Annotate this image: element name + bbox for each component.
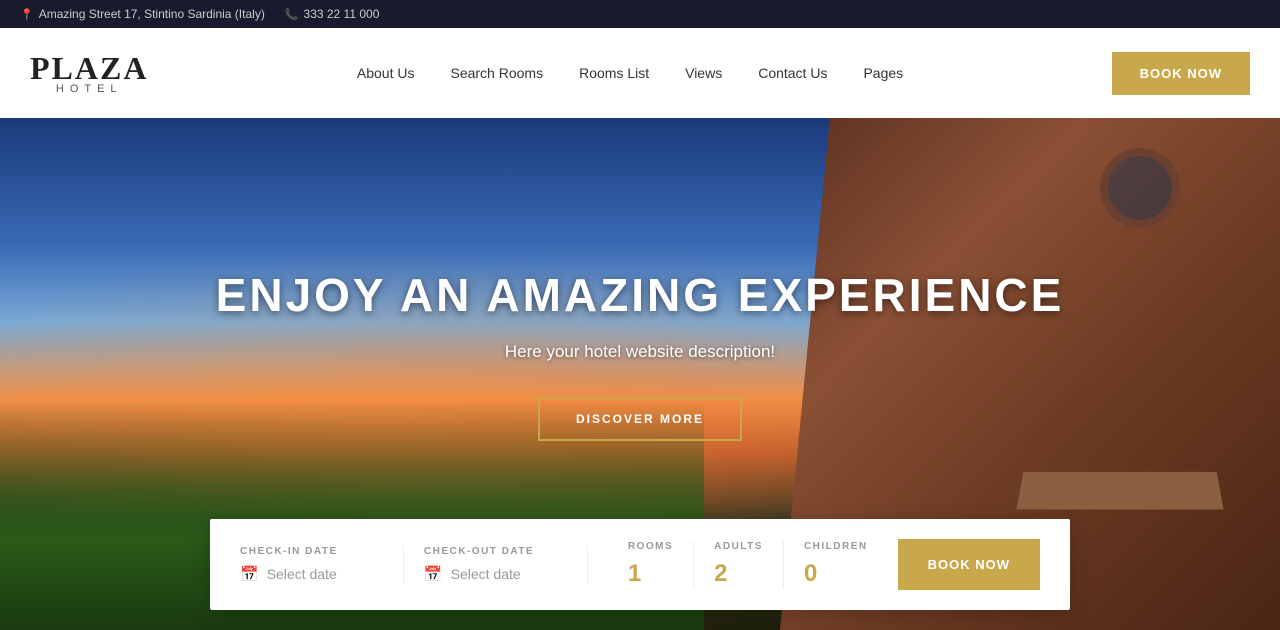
- rooms-value[interactable]: 1: [628, 560, 673, 588]
- building-window: [1100, 148, 1180, 228]
- checkout-input-text[interactable]: Select date: [451, 566, 521, 582]
- hero-subtitle: Here your hotel website description!: [216, 342, 1065, 362]
- checkout-input-row[interactable]: 📅 Select date: [424, 565, 567, 584]
- nav-search-rooms[interactable]: Search Rooms: [432, 28, 561, 118]
- checkin-calendar-icon: 📅: [240, 565, 259, 584]
- adults-field: ADULTS 2: [694, 541, 784, 588]
- adults-value[interactable]: 2: [714, 560, 763, 588]
- nav-rooms-list[interactable]: Rooms List: [561, 28, 667, 118]
- checkin-input-row[interactable]: 📅 Select date: [240, 565, 383, 584]
- building-awning: [1016, 472, 1223, 510]
- logo: PLAZA HOTEL: [30, 52, 148, 95]
- phone-item: 📞 333 22 11 000: [285, 7, 380, 21]
- nav-contact-us[interactable]: Contact Us: [740, 28, 845, 118]
- address-text: Amazing Street 17, Stintino Sardinia (It…: [39, 7, 265, 21]
- hero-content: ENJOY AN AMAZING EXPERIENCE Here your ho…: [216, 268, 1065, 441]
- nav-pages[interactable]: Pages: [845, 28, 921, 118]
- adults-label: ADULTS: [714, 541, 763, 552]
- address-item: 📍 Amazing Street 17, Stintino Sardinia (…: [20, 7, 265, 21]
- logo-hotel: HOTEL: [30, 84, 148, 95]
- top-bar: 📍 Amazing Street 17, Stintino Sardinia (…: [0, 0, 1280, 28]
- checkin-field: CHECK-IN DATE 📅 Select date: [240, 546, 404, 584]
- phone-text: 333 22 11 000: [304, 7, 380, 21]
- nav-views[interactable]: Views: [667, 28, 740, 118]
- children-field: CHILDREN 0: [784, 541, 888, 588]
- children-value[interactable]: 0: [804, 560, 868, 588]
- header-book-now-button[interactable]: BOOK NOW: [1112, 52, 1250, 95]
- rooms-label: ROOMS: [628, 541, 673, 552]
- booking-book-now-button[interactable]: BOOK NOW: [898, 539, 1040, 590]
- rooms-field: ROOMS 1: [608, 541, 694, 588]
- discover-more-button[interactable]: DISCOVER MORE: [538, 397, 742, 441]
- checkout-calendar-icon: 📅: [424, 565, 443, 584]
- phone-icon: 📞: [285, 8, 299, 21]
- logo-plaza: PLAZA: [30, 52, 148, 84]
- hero-title: ENJOY AN AMAZING EXPERIENCE: [216, 268, 1065, 322]
- booking-bar: CHECK-IN DATE 📅 Select date CHECK-OUT DA…: [210, 519, 1070, 610]
- nav-about-us[interactable]: About Us: [339, 28, 433, 118]
- children-label: CHILDREN: [804, 541, 868, 552]
- checkout-label: CHECK-OUT DATE: [424, 546, 567, 557]
- location-icon: 📍: [20, 8, 34, 21]
- header: PLAZA HOTEL About Us Search Rooms Rooms …: [0, 28, 1280, 118]
- checkin-label: CHECK-IN DATE: [240, 546, 383, 557]
- checkout-field: CHECK-OUT DATE 📅 Select date: [424, 546, 588, 584]
- main-nav: About Us Search Rooms Rooms List Views C…: [339, 28, 921, 118]
- checkin-input-text[interactable]: Select date: [267, 566, 337, 582]
- hero-section: ENJOY AN AMAZING EXPERIENCE Here your ho…: [0, 118, 1280, 630]
